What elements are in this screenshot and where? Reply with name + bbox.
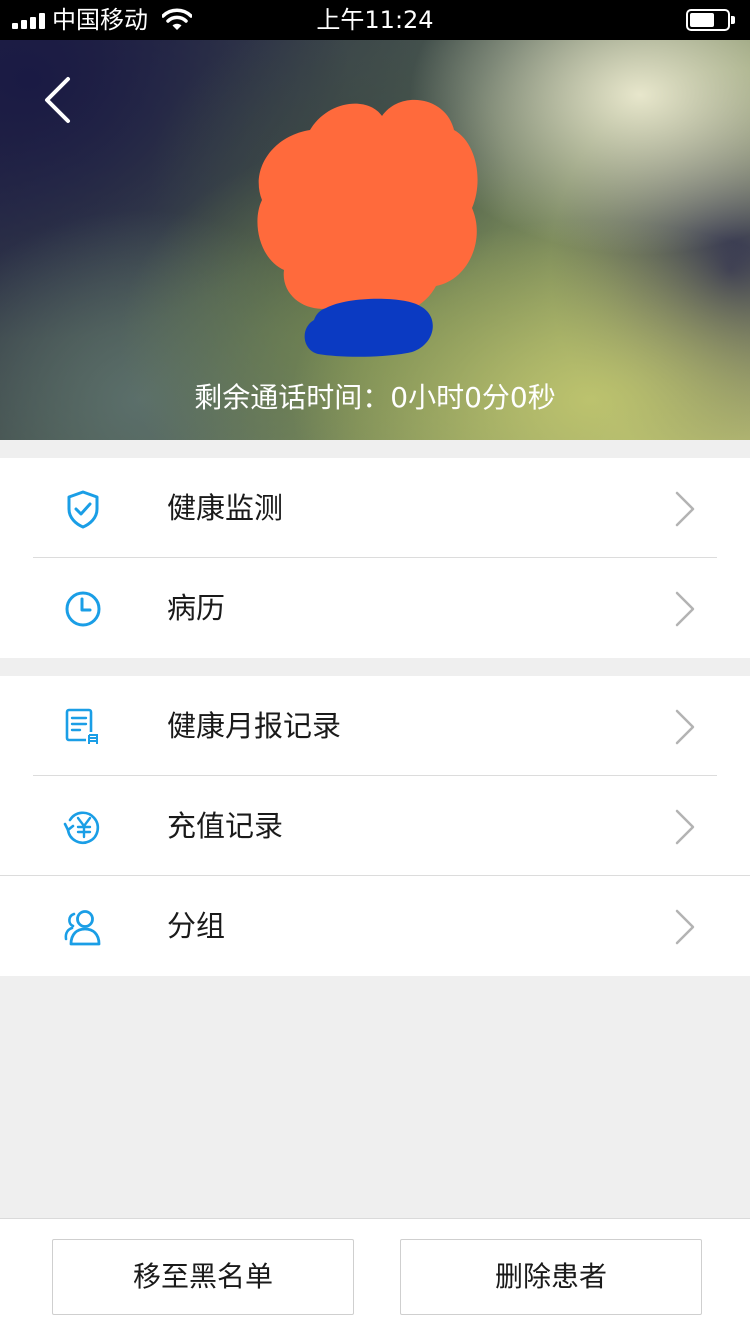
bottom-action-bar: 移至黑名单 删除患者 — [0, 1218, 750, 1334]
menu-group-records: 健康月报记录 充值记录 分组 — [0, 676, 750, 976]
menu-item-label: 健康月报记录 — [167, 709, 342, 743]
menu-item-health-monitoring[interactable]: 健康监测 — [0, 458, 750, 558]
chevron-right-icon — [675, 709, 695, 745]
menu-item-medical-record[interactable]: 病历 — [0, 558, 750, 658]
remaining-call-time-label: 剩余通话时间： — [194, 381, 391, 414]
remaining-call-time-value: 0小时0分0秒 — [390, 381, 556, 414]
chevron-right-icon — [675, 591, 695, 627]
menu-item-label: 分组 — [167, 909, 226, 943]
menu-item-recharge-record[interactable]: 充值记录 — [0, 776, 750, 876]
menu-item-label: 充值记录 — [167, 809, 284, 843]
menu-item-label: 健康监测 — [167, 491, 284, 525]
profile-header: 剩余通话时间：0小时0分0秒 — [0, 40, 750, 440]
battery-icon — [686, 9, 736, 31]
clock-icon — [65, 591, 101, 627]
group-users-icon — [64, 910, 101, 946]
recharge-yen-icon — [63, 811, 100, 845]
menu-item-monthly-report[interactable]: 健康月报记录 — [0, 676, 750, 776]
menu-item-label: 病历 — [167, 591, 226, 625]
status-bar: 中国移动 上午11:24 — [0, 0, 750, 40]
avatar[interactable] — [250, 90, 484, 330]
menu-group-health: 健康监测 病历 — [0, 458, 750, 658]
chevron-right-icon — [675, 491, 695, 527]
monthly-report-icon — [65, 708, 100, 745]
chevron-right-icon — [675, 909, 695, 945]
patient-name-redacted — [304, 298, 433, 357]
back-arrow-icon[interactable] — [36, 70, 86, 130]
chevron-right-icon — [675, 809, 695, 845]
status-time: 上午11:24 — [316, 6, 434, 34]
delete-patient-button[interactable]: 删除患者 — [400, 1239, 702, 1315]
menu-item-group[interactable]: 分组 — [0, 876, 750, 976]
shield-check-icon — [67, 490, 99, 529]
remaining-call-time: 剩余通话时间：0小时0分0秒 — [0, 380, 750, 416]
move-to-blacklist-button[interactable]: 移至黑名单 — [52, 1239, 354, 1315]
